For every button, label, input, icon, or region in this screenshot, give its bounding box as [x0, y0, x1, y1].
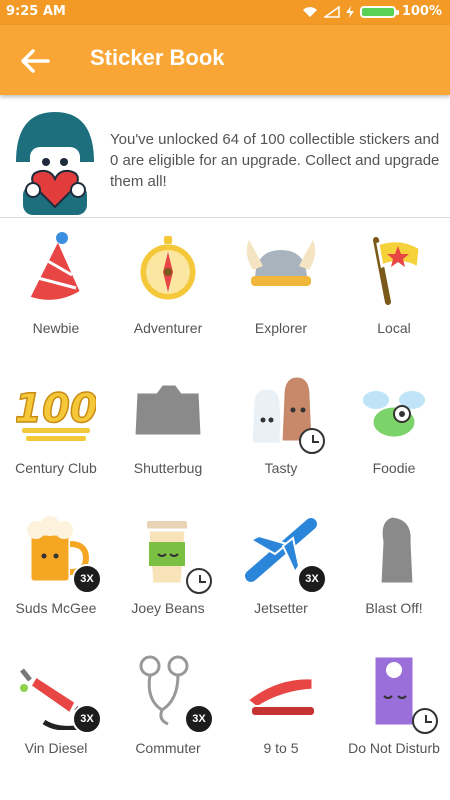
sticker-label: Suds McGee — [15, 600, 97, 616]
timer-icon — [186, 568, 212, 594]
sticker-label: Vin Diesel — [24, 740, 88, 756]
sticker-label: Joey Beans — [131, 600, 205, 616]
stapler-icon — [244, 676, 316, 717]
fly-icon — [361, 389, 427, 440]
intro-section: You've unlocked 64 of 100 collectible st… — [0, 95, 450, 218]
party-hat-icon — [25, 232, 85, 304]
sticker-label: 9 to 5 — [263, 740, 299, 756]
svg-text:100: 100 — [16, 386, 96, 432]
sticker-label: Do Not Disturb — [348, 740, 440, 756]
sticker-label: Shutterbug — [133, 460, 203, 476]
locked-rocket-icon — [378, 514, 416, 586]
avatar-heart-icon — [16, 112, 94, 215]
wifi-icon — [302, 6, 317, 17]
sticker-label: Adventurer — [133, 320, 203, 336]
status-bar: 9:25 AM 100% — [0, 0, 450, 25]
sticker-label: Foodie — [372, 460, 416, 476]
sticker-label: Jetsetter — [254, 600, 308, 616]
battery-percent: 100% — [401, 4, 442, 19]
locked-camera-icon — [132, 382, 204, 438]
sticker-label: Local — [377, 320, 411, 336]
sticker-label: Blast Off! — [365, 600, 423, 616]
timer-icon — [299, 428, 325, 454]
app-bar: Sticker Book — [0, 25, 450, 95]
sticker-label: Newbie — [32, 320, 80, 336]
multiplier-badge: 3X — [72, 564, 102, 594]
sticker-label: Century Club — [15, 460, 97, 476]
battery-icon — [359, 5, 399, 18]
multiplier-badge: 3X — [297, 564, 327, 594]
hundred-icon: 100 — [16, 385, 96, 441]
viking-helmet-icon — [246, 240, 316, 286]
status-icons: 100% — [302, 4, 442, 19]
sticker-label: Commuter — [135, 740, 201, 756]
multiplier-badge: 3X — [72, 704, 102, 734]
sticker-label: Tasty — [264, 460, 298, 476]
flag-icon — [373, 237, 422, 305]
status-time: 9:25 AM — [6, 4, 66, 19]
timer-icon — [412, 708, 438, 734]
signal-icon — [323, 5, 340, 18]
compass-icon — [135, 236, 201, 305]
multiplier-badge: 3X — [184, 704, 214, 734]
intro-text: You've unlocked 64 of 100 collectible st… — [110, 131, 440, 190]
page-title: Sticker Book — [90, 45, 225, 70]
back-arrow-icon[interactable] — [20, 47, 50, 75]
sticker-label: Explorer — [254, 320, 308, 336]
charging-icon — [345, 5, 354, 18]
